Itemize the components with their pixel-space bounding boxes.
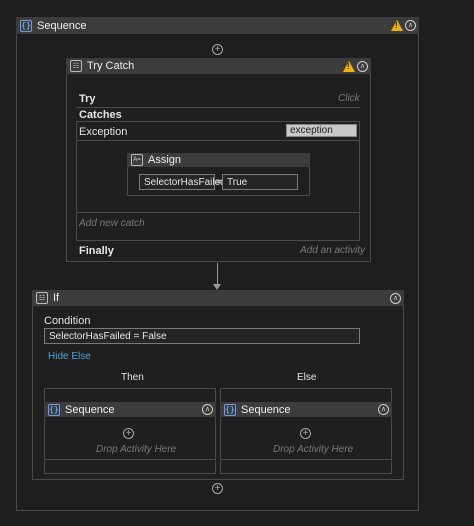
- else-drop-plus-icon[interactable]: +: [300, 428, 311, 439]
- if-header[interactable]: ☷ If ∧: [32, 290, 404, 306]
- sequence-icon: {}: [48, 403, 60, 416]
- outer-sequence-title: Sequence: [37, 19, 87, 32]
- assign-value-field[interactable]: True: [222, 174, 298, 190]
- then-drop-hint[interactable]: Drop Activity Here: [96, 444, 176, 455]
- else-sequence-header[interactable]: {} Sequence ∧: [220, 402, 392, 417]
- assign-title: Assign: [148, 154, 182, 166]
- warning-icon: [343, 60, 355, 72]
- finally-add-activity-hint[interactable]: Add an activity: [300, 245, 365, 256]
- catch-divider: [76, 140, 360, 141]
- else-label: Else: [297, 372, 317, 383]
- outer-sequence-header[interactable]: {} Sequence ∧: [16, 17, 419, 34]
- else-sequence-title: Sequence: [241, 403, 291, 416]
- assign-header[interactable]: A= Assign: [127, 153, 310, 167]
- collapse-icon[interactable]: ∧: [378, 404, 389, 415]
- try-catch-icon: ☷: [70, 60, 82, 72]
- collapse-icon[interactable]: ∧: [405, 20, 416, 31]
- try-click-hint[interactable]: Click: [338, 93, 360, 104]
- finally-label: Finally: [79, 245, 114, 257]
- then-sequence-title: Sequence: [65, 403, 115, 416]
- sequence-icon: {}: [224, 403, 236, 416]
- try-catch-title: Try Catch: [87, 60, 135, 72]
- collapse-icon[interactable]: ∧: [390, 292, 401, 304]
- try-divider: [76, 107, 360, 108]
- catch-divider-2: [76, 212, 360, 213]
- add-new-catch-hint[interactable]: Add new catch: [79, 218, 145, 229]
- warning-icon: [391, 20, 403, 31]
- then-label: Then: [121, 372, 144, 383]
- assign-to-field[interactable]: SelectorHasFailed: [139, 174, 226, 190]
- hide-else-link[interactable]: Hide Else: [48, 351, 91, 362]
- if-title: If: [53, 292, 60, 304]
- assign-icon: A=: [131, 154, 143, 166]
- else-drop-hint[interactable]: Drop Activity Here: [273, 444, 353, 455]
- sequence-icon: {}: [20, 19, 32, 32]
- add-activity-plus-icon[interactable]: +: [212, 483, 223, 494]
- collapse-icon[interactable]: ∧: [357, 60, 368, 72]
- try-catch-header[interactable]: ☷ Try Catch ∧: [66, 58, 371, 74]
- condition-label: Condition: [44, 315, 91, 327]
- catches-label: Catches: [79, 109, 122, 121]
- add-activity-plus-icon[interactable]: +: [212, 44, 223, 55]
- then-sequence-header[interactable]: {} Sequence ∧: [44, 402, 216, 417]
- try-label: Try: [79, 93, 96, 105]
- if-icon: ☷: [36, 292, 48, 304]
- then-drop-plus-icon[interactable]: +: [123, 428, 134, 439]
- exception-label: Exception: [79, 126, 128, 138]
- exception-variable-field[interactable]: exception: [286, 124, 357, 137]
- assign-operator: =: [216, 177, 222, 188]
- collapse-icon[interactable]: ∧: [202, 404, 213, 415]
- condition-input[interactable]: SelectorHasFailed = False: [44, 328, 360, 344]
- flow-connector: [217, 263, 218, 285]
